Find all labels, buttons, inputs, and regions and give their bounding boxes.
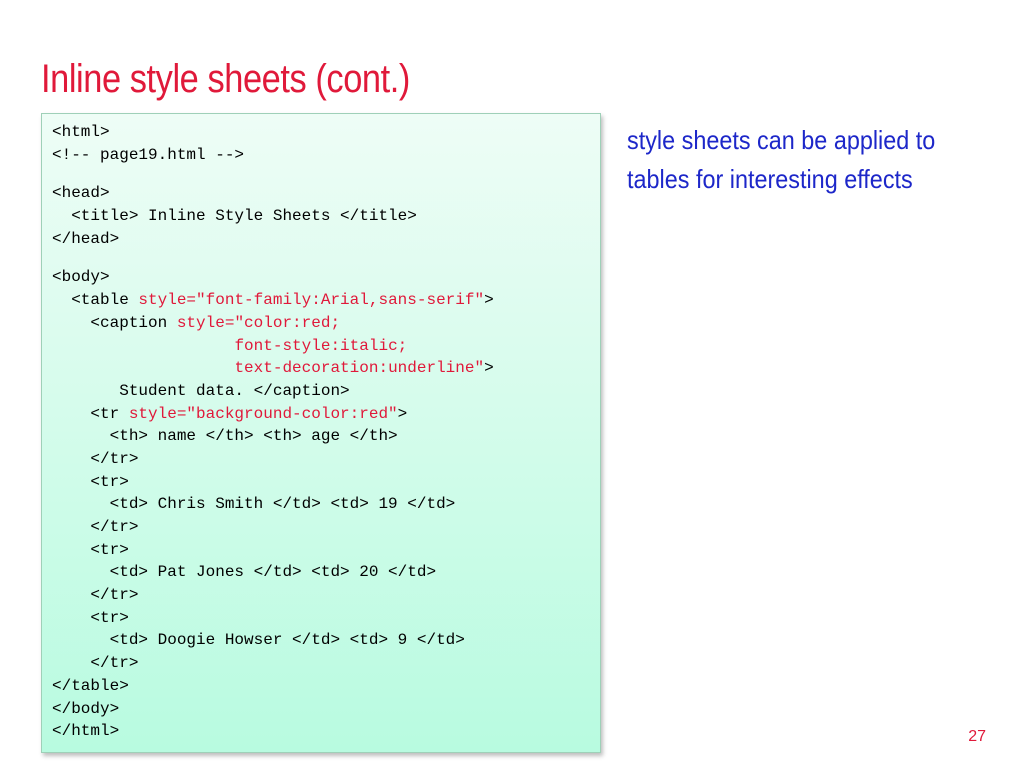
code-line: <td> Chris Smith </td> <td> 19 </td> — [52, 493, 600, 516]
code-attribute: style="font-family:Arial,sans-serif" — [138, 291, 485, 310]
code-text: </tr> — [52, 586, 139, 605]
code-line: </body> — [52, 698, 600, 721]
code-text: </body> — [52, 699, 120, 718]
code-line: </table> — [52, 675, 600, 698]
code-text: <body> — [52, 268, 110, 287]
code-line: <body> — [52, 266, 600, 289]
page-number: 27 — [968, 728, 986, 745]
code-line: </tr> — [52, 652, 600, 675]
code-line: <html> — [52, 121, 600, 144]
code-attribute: style="background-color:red" — [128, 404, 398, 423]
code-line: font-style:italic; — [52, 335, 600, 358]
code-line: <tr> — [52, 471, 600, 494]
code-line: </tr> — [52, 448, 600, 471]
code-text: <th> name </th> <th> age </th> — [52, 427, 398, 446]
code-text: <td> Pat Jones </td> <td> 20 </td> — [52, 563, 437, 582]
code-text: </html> — [52, 722, 120, 741]
code-text: <tr> — [52, 540, 129, 559]
code-text: > — [397, 404, 408, 423]
code-text: </tr> — [52, 518, 139, 536]
side-note-line: style sheets can be applied to — [627, 125, 936, 155]
code-text: > — [484, 291, 494, 310]
code-line: <tr> — [52, 607, 600, 630]
code-line: <!-- page19.html --> — [52, 144, 600, 167]
code-line: </tr> — [52, 516, 600, 539]
code-text: </tr> — [52, 449, 139, 468]
code-text: <!-- page19.html --> — [52, 145, 245, 164]
code-line: <title> Inline Style Sheets </title> — [52, 205, 600, 228]
code-attribute: font-style:italic; — [234, 336, 408, 355]
code-line: <td> Pat Jones </td> <td> 20 </td> — [52, 561, 600, 584]
code-listing: <html> <!-- page19.html --> <head> <title>… — [41, 113, 601, 753]
code-text: <caption — [52, 313, 177, 332]
side-note-line: tables for interesting effects — [627, 164, 913, 194]
code-text: Student data. </caption> — [52, 381, 350, 400]
code-attribute: style="color:red; — [176, 313, 341, 332]
code-text: <td> Chris Smith </td> <td> 19 </td> — [52, 495, 456, 514]
code-line: </html> — [52, 720, 600, 743]
side-note: style sheets can be applied to tables fo… — [627, 121, 978, 199]
code-attribute: text-decoration:underline" — [234, 359, 485, 378]
code-text: <td> Doogie Howser </td> <td> 9 </td> — [52, 631, 465, 650]
code-text: <title> Inline Style Sheets </title> — [52, 207, 417, 226]
code-line: </head> — [52, 228, 600, 251]
slide-title: Inline style sheets (cont.) — [41, 57, 410, 101]
code-text: </head> — [52, 229, 120, 248]
code-text: <head> — [52, 184, 110, 203]
code-text: <html> — [52, 123, 110, 141]
code-text: </table> — [52, 676, 129, 695]
code-line: Student data. </caption> — [52, 380, 600, 403]
code-line: <tr> — [52, 539, 600, 562]
code-text: <tr — [52, 404, 129, 423]
code-text: <tr> — [52, 472, 129, 491]
code-line: <th> name </th> <th> age </th> — [52, 425, 600, 448]
code-line: </tr> — [52, 584, 600, 607]
code-text: </tr> — [52, 654, 139, 673]
code-text: <tr> — [52, 608, 129, 627]
code-line: <tr style="background-color:red"> — [52, 403, 600, 426]
code-line: <table style="font-family:Arial,sans-ser… — [52, 289, 600, 312]
code-line: <head> — [52, 182, 600, 205]
code-text: <table — [52, 291, 139, 310]
code-line: <td> Doogie Howser </td> <td> 9 </td> — [52, 629, 600, 652]
code-text: > — [484, 359, 494, 378]
code-line: text-decoration:underline"> — [52, 357, 600, 380]
code-line: <caption style="color:red; — [52, 312, 600, 335]
